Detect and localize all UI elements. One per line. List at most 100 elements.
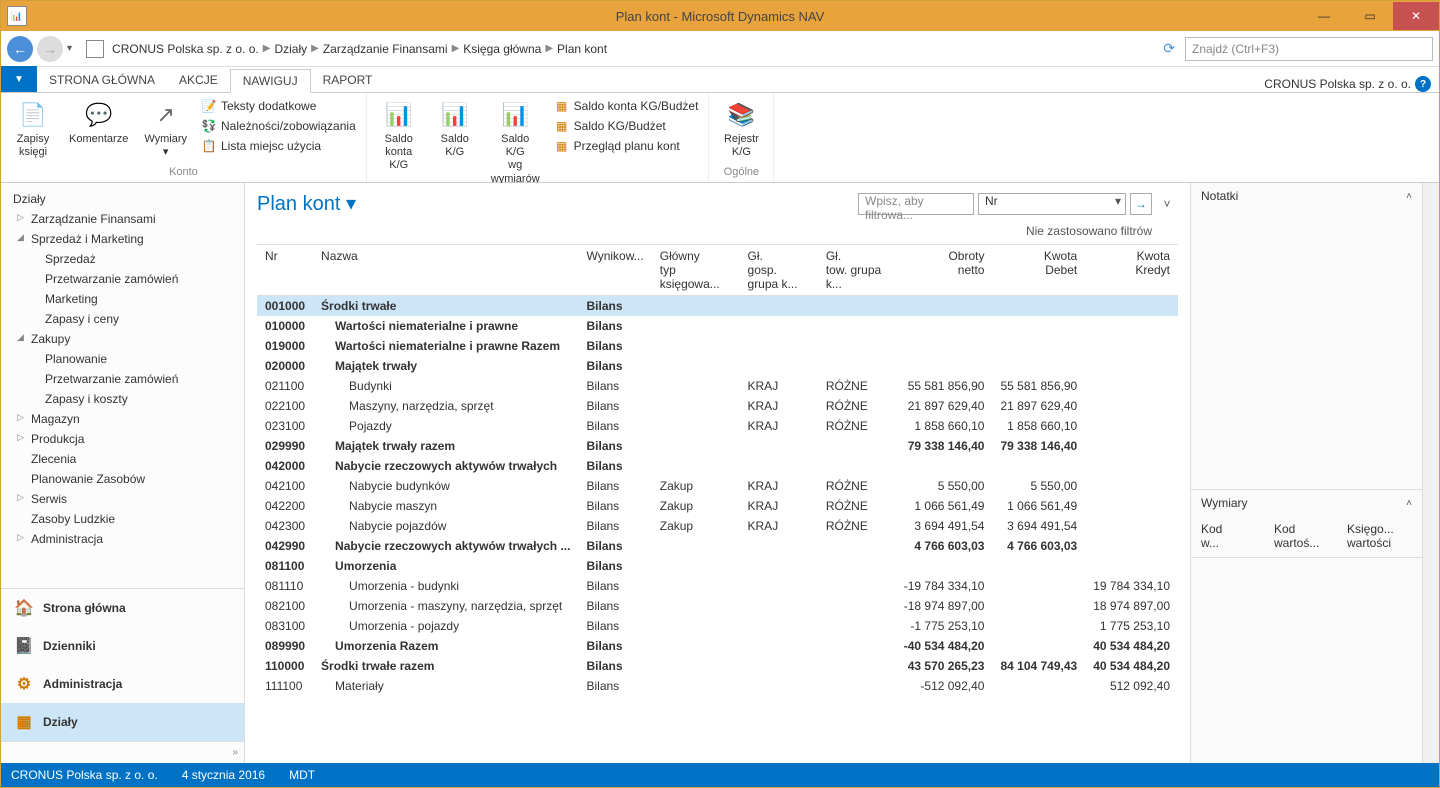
ribbon-small-button[interactable]: ▦Saldo KG/Budżet xyxy=(552,117,701,135)
column-header[interactable]: Wynikow... xyxy=(578,245,651,296)
ribbon-tab[interactable]: RAPORT xyxy=(311,69,385,92)
table-row[interactable]: 042200Nabycie maszynBilansZakupKRAJRÓŻNE… xyxy=(257,496,1178,516)
table-row[interactable]: 111100MateriałyBilans-512 092,40512 092,… xyxy=(257,676,1178,696)
ribbon-small-button[interactable]: ▦Przegląd planu kont xyxy=(552,137,701,155)
tree-item[interactable]: Przetwarzanie zamówień xyxy=(1,269,244,289)
column-header[interactable]: Nr xyxy=(257,245,313,296)
ribbon-button[interactable]: 📚RejestrK/G xyxy=(717,97,765,161)
ribbon-tab[interactable]: NAWIGUJ xyxy=(230,69,311,93)
ribbon-tab[interactable]: STRONA GŁÓWNA xyxy=(37,69,167,92)
table-row[interactable]: 083100Umorzenia - pojazdyBilans-1 775 25… xyxy=(257,616,1178,636)
tree-item[interactable]: Sprzedaż xyxy=(1,249,244,269)
tree-root[interactable]: Działy xyxy=(1,189,244,209)
table-row[interactable]: 042300Nabycie pojazdówBilansZakupKRAJRÓŻ… xyxy=(257,516,1178,536)
filter-field-select[interactable]: Nr xyxy=(978,193,1126,215)
table-row[interactable]: 081100UmorzeniaBilans xyxy=(257,556,1178,576)
ribbon-button[interactable]: 📄Zapisyksięgi xyxy=(9,97,57,161)
breadcrumb-item[interactable]: Działy xyxy=(274,42,307,56)
tree-item[interactable]: ▷Administracja xyxy=(1,529,244,549)
tree-item[interactable]: ◢Sprzedaż i Marketing xyxy=(1,229,244,249)
table-row[interactable]: 020000Majątek trwałyBilans xyxy=(257,356,1178,376)
table-row[interactable]: 019000Wartości niematerialne i prawne Ra… xyxy=(257,336,1178,356)
column-header[interactable]: Gł.tow. grupa k... xyxy=(818,245,896,296)
tree-item[interactable]: Zlecenia xyxy=(1,449,244,469)
tree-item[interactable]: Planowanie Zasobów xyxy=(1,469,244,489)
ribbon-small-button[interactable]: ▦Saldo konta KG/Budżet xyxy=(552,97,701,115)
forward-button[interactable]: → xyxy=(37,36,63,62)
table-row[interactable]: 081110Umorzenia - budynkiBilans-19 784 3… xyxy=(257,576,1178,596)
table-row[interactable]: 082100Umorzenia - maszyny, narzędzia, sp… xyxy=(257,596,1178,616)
breadcrumb-item[interactable]: Zarządzanie Finansami xyxy=(323,42,448,56)
table-row[interactable]: 023100PojazdyBilansKRAJRÓŻNE1 858 660,10… xyxy=(257,416,1178,436)
tree-item[interactable]: Marketing xyxy=(1,289,244,309)
column-header[interactable]: Nazwa xyxy=(313,245,578,296)
column-header[interactable]: KwotaDebet xyxy=(992,245,1085,296)
breadcrumb-item[interactable]: Plan kont xyxy=(557,42,607,56)
ribbon-small-button[interactable]: 💱Należności/zobowiązania xyxy=(199,117,358,135)
ribbon: 📄Zapisyksięgi💬Komentarze↗Wymiary▾ 📝Teksty… xyxy=(1,93,1439,183)
column-header[interactable]: KwotaKredyt xyxy=(1085,245,1178,296)
search-input[interactable]: Znajdź (Ctrl+F3) xyxy=(1185,37,1433,61)
ribbon-button[interactable]: 💬Komentarze xyxy=(65,97,132,148)
dimension-column-header[interactable]: Kodwartoś... xyxy=(1274,522,1339,551)
panel-notes-header[interactable]: Notatki ˄ xyxy=(1191,183,1422,209)
tree-item[interactable]: ▷Zarządzanie Finansami xyxy=(1,209,244,229)
dimension-column-header[interactable]: Księgo...wartości xyxy=(1347,522,1412,551)
tree-arrow-icon: ▷ xyxy=(17,432,24,443)
ribbon-tab[interactable]: AKCJE xyxy=(167,69,230,92)
table-row[interactable]: 089990Umorzenia RazemBilans-40 534 484,2… xyxy=(257,636,1178,656)
table-row[interactable]: 001000Środki trwałeBilans xyxy=(257,296,1178,317)
table-row[interactable]: 021100BudynkiBilansKRAJRÓŻNE55 581 856,9… xyxy=(257,376,1178,396)
table-row[interactable]: 029990Majątek trwały razemBilans79 338 1… xyxy=(257,436,1178,456)
history-dropdown[interactable]: ▾ xyxy=(67,43,72,54)
breadcrumb-item[interactable]: Księga główna xyxy=(463,42,541,56)
tree-item[interactable]: Planowanie xyxy=(1,349,244,369)
tree-item[interactable]: ▷Serwis xyxy=(1,489,244,509)
nav-icon: 🏠 xyxy=(13,597,35,619)
table-row[interactable]: 042990Nabycie rzeczowych aktywów trwałyc… xyxy=(257,536,1178,556)
tree-item[interactable]: ▷Magazyn xyxy=(1,409,244,429)
nav-collapse[interactable]: » xyxy=(1,741,244,763)
tree-item[interactable]: Przetwarzanie zamówień xyxy=(1,369,244,389)
grid[interactable]: NrNazwaWynikow...Głównytyp księgowa...Gł… xyxy=(257,244,1178,763)
ribbon-button[interactable]: 📊SaldokontaK/G xyxy=(375,97,423,175)
refresh-icon[interactable]: ⟳ xyxy=(1163,40,1175,57)
ribbon-button[interactable]: 📊SaldoK/Gwgwymiarów xyxy=(487,97,544,188)
ribbon-small-icon: 📋 xyxy=(201,138,217,154)
table-row[interactable]: 110000Środki trwałe razemBilans43 570 26… xyxy=(257,656,1178,676)
table-row[interactable]: 042100Nabycie budynkówBilansZakupKRAJRÓŻ… xyxy=(257,476,1178,496)
breadcrumb-item[interactable]: CRONUS Polska sp. z o. o. xyxy=(112,42,259,56)
filter-expand[interactable]: ˅ xyxy=(1156,193,1178,215)
page-title[interactable]: Plan kont ▾ xyxy=(257,191,356,216)
filter-go-button[interactable]: → xyxy=(1130,193,1152,215)
column-header[interactable]: Gł.gosp. grupa k... xyxy=(740,245,818,296)
vertical-scrollbar[interactable] xyxy=(1422,183,1439,763)
nav-bottom-item[interactable]: ⚙Administracja xyxy=(1,665,244,703)
ribbon-small-button[interactable]: 📋Lista miejsc użycia xyxy=(199,137,358,155)
tree-item[interactable]: Zasoby Ludzkie xyxy=(1,509,244,529)
nav-bottom-item[interactable]: ▦Działy xyxy=(1,703,244,741)
minimize-button[interactable]: — xyxy=(1301,2,1347,30)
column-header[interactable]: Głównytyp księgowa... xyxy=(652,245,740,296)
tree-item[interactable]: ▷Produkcja xyxy=(1,429,244,449)
ribbon-button[interactable]: 📊SaldoK/G xyxy=(431,97,479,161)
help-icon[interactable]: ? xyxy=(1415,76,1431,92)
ribbon-button[interactable]: ↗Wymiary▾ xyxy=(140,97,191,161)
column-header[interactable]: Obrotynetto xyxy=(896,245,993,296)
nav-bottom-item[interactable]: 🏠Strona główna xyxy=(1,589,244,627)
table-row[interactable]: 010000Wartości niematerialne i prawneBil… xyxy=(257,316,1178,336)
panel-dimensions-header[interactable]: Wymiary ˄ xyxy=(1191,490,1422,516)
maximize-button[interactable]: ▭ xyxy=(1347,2,1393,30)
tree-item[interactable]: Zapasy i ceny xyxy=(1,309,244,329)
tree-item[interactable]: ◢Zakupy xyxy=(1,329,244,349)
ribbon-small-button[interactable]: 📝Teksty dodatkowe xyxy=(199,97,358,115)
filter-input[interactable]: Wpisz, aby filtrowa... xyxy=(858,193,974,215)
back-button[interactable]: ← xyxy=(7,36,33,62)
nav-bottom-item[interactable]: 📓Dzienniki xyxy=(1,627,244,665)
close-button[interactable]: ✕ xyxy=(1393,2,1439,30)
table-row[interactable]: 022100Maszyny, narzędzia, sprzętBilansKR… xyxy=(257,396,1178,416)
dimension-column-header[interactable]: Kodw... xyxy=(1201,522,1266,551)
tree-item[interactable]: Zapasy i koszty xyxy=(1,389,244,409)
table-row[interactable]: 042000Nabycie rzeczowych aktywów trwałyc… xyxy=(257,456,1178,476)
file-menu[interactable]: ▼ xyxy=(1,66,37,92)
